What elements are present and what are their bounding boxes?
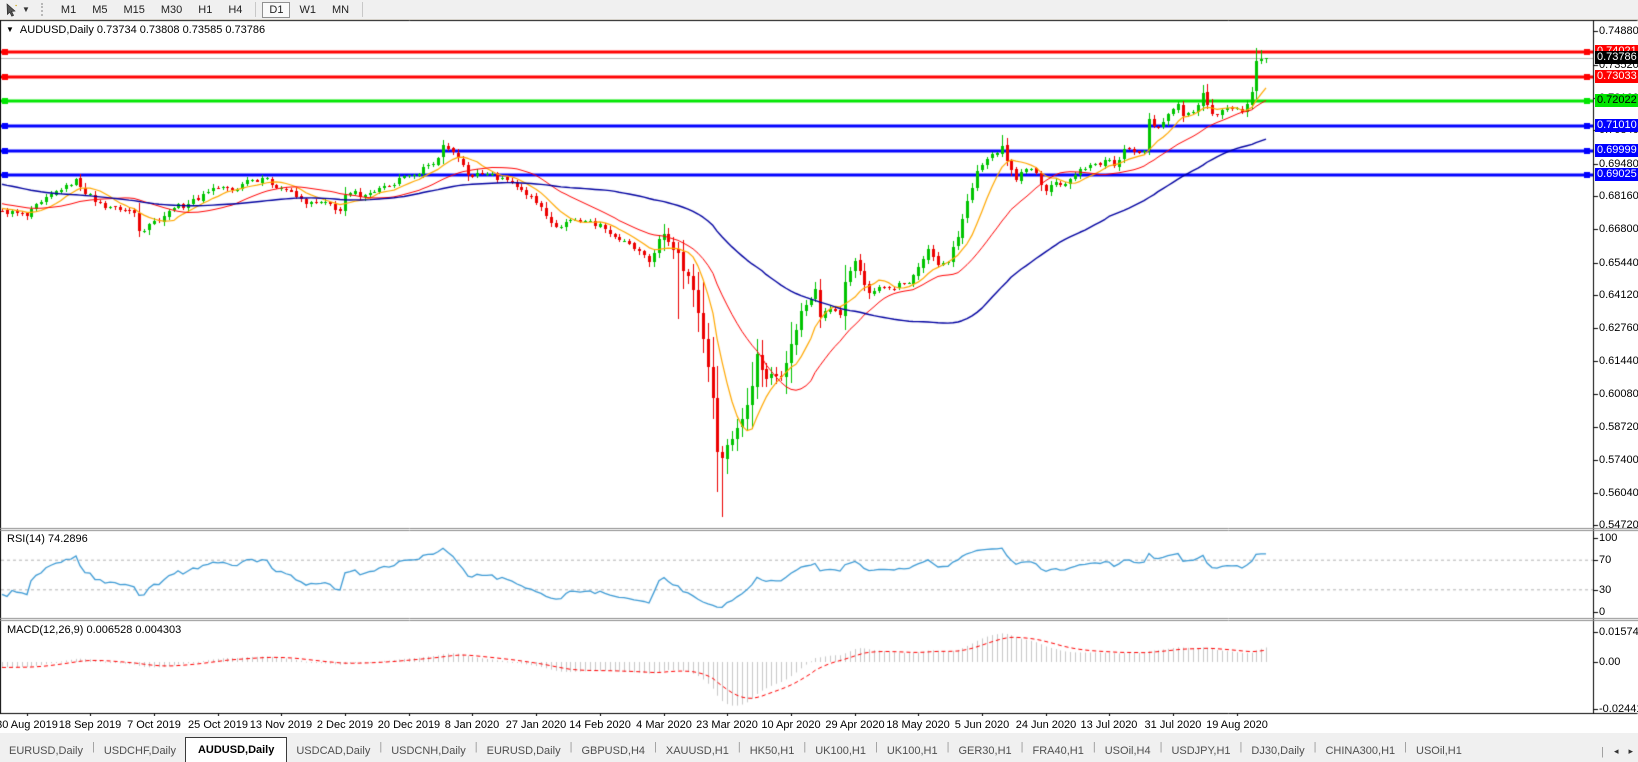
tab-eurusd-daily[interactable]: EURUSD,Daily: [0, 741, 92, 762]
tab-uk100-h1[interactable]: UK100,H1: [878, 741, 947, 762]
price-axis-tick: 0.68160: [1599, 190, 1638, 202]
rsi-axis-tick: 0: [1599, 606, 1605, 618]
tab-dj30-daily[interactable]: DJ30,Daily: [1242, 741, 1313, 762]
tab-scroll-left-icon[interactable]: ◂: [1609, 746, 1624, 757]
macd-axis-tick: 0.015741: [1599, 626, 1638, 638]
rsi-indicator-label: RSI(14) 74.2896: [7, 533, 88, 545]
tab-china300-h1[interactable]: CHINA300,H1: [1316, 741, 1404, 762]
price-axis-tick: 0.62760: [1599, 322, 1638, 334]
price-level-badge: 0.69025: [1595, 168, 1638, 181]
rsi-axis-tick: 100: [1599, 532, 1617, 544]
price-axis-tick: 0.54720: [1599, 519, 1638, 531]
current-price-badge: 0.73786: [1595, 51, 1638, 64]
chart-tabs-bar: EURUSD,Daily|USDCHF,DailyAUDUSD,DailyUSD…: [0, 733, 1638, 762]
chart-dropdown-icon[interactable]: ▼: [6, 25, 14, 34]
price-level-badge: 0.69999: [1595, 144, 1638, 157]
timeframe-button-M15[interactable]: M15: [116, 2, 151, 18]
timeframes-toolbar: ▼ M1M5M15M30H1H4 D1W1MN: [0, 0, 1638, 20]
price-level-badge: 0.71010: [1595, 119, 1638, 132]
price-axis-tick: 0.58720: [1599, 421, 1638, 433]
timeframe-button-D1[interactable]: D1: [262, 2, 290, 18]
chart-canvas[interactable]: [0, 0, 1638, 716]
crosshair-tool-button[interactable]: ▼: [2, 2, 33, 18]
chevron-down-icon: ▼: [22, 5, 30, 14]
toolbar-separator: [255, 2, 256, 17]
tab-audusd-daily[interactable]: AUDUSD,Daily: [185, 737, 287, 762]
timeframe-button-M5[interactable]: M5: [85, 2, 114, 18]
timeframe-button-H1[interactable]: H1: [191, 2, 219, 18]
tab-usdjpy-h1[interactable]: USDJPY,H1: [1162, 741, 1239, 762]
chart-title-text: AUDUSD,Daily 0.73734 0.73808 0.73585 0.7…: [20, 24, 265, 36]
cursor-icon: [5, 3, 19, 17]
tab-ger30-h1[interactable]: GER30,H1: [949, 741, 1020, 762]
chart-title: ▼ AUDUSD,Daily 0.73734 0.73808 0.73585 0.…: [6, 24, 265, 36]
timeframe-button-MN[interactable]: MN: [325, 2, 356, 18]
price-axis-tick: 0.66800: [1599, 223, 1638, 235]
tab-separator: |: [1596, 746, 1609, 758]
tab-usdchf-daily[interactable]: USDCHF,Daily: [95, 741, 185, 762]
tab-scroll-arrows: |◂▸: [1596, 741, 1638, 762]
price-axis-tick: 0.61440: [1599, 355, 1638, 367]
toolbar-separator: [362, 2, 363, 17]
timeframe-button-M1[interactable]: M1: [54, 2, 83, 18]
tab-usdcnh-daily[interactable]: USDCNH,Daily: [382, 741, 475, 762]
tab-hk50-h1[interactable]: HK50,H1: [741, 741, 804, 762]
tab-uk100-h1[interactable]: UK100,H1: [806, 741, 875, 762]
price-axis-tick: 0.64120: [1599, 289, 1638, 301]
price-axis-tick: 0.57400: [1599, 454, 1638, 466]
price-axis-tick: 0.60080: [1599, 388, 1638, 400]
tab-scroll-right-icon[interactable]: ▸: [1623, 746, 1638, 757]
tab-eurusd-daily[interactable]: EURUSD,Daily: [478, 741, 570, 762]
tab-fra40-h1[interactable]: FRA40,H1: [1024, 741, 1093, 762]
macd-axis-tick: 0.00: [1599, 656, 1620, 668]
price-level-badge: 0.73033: [1595, 70, 1638, 83]
macd-axis-tick: -0.024412: [1599, 703, 1638, 715]
tab-usoil-h4[interactable]: USOil,H4: [1096, 741, 1160, 762]
toolbar-grip[interactable]: [41, 3, 47, 16]
timeframe-button-W1[interactable]: W1: [292, 2, 323, 18]
tab-usoil-h1[interactable]: USOil,H1: [1407, 741, 1471, 762]
mt4-window: ▼ M1M5M15M30H1H4 D1W1MN ▼ AUDUSD,Daily 0.7…: [0, 0, 1638, 762]
price-level-badge: 0.72022: [1595, 94, 1638, 107]
rsi-axis-tick: 70: [1599, 554, 1611, 566]
rsi-axis-tick: 30: [1599, 584, 1611, 596]
time-axis-label: 19 Aug 2020: [1195, 719, 1279, 731]
timeframe-button-H4[interactable]: H4: [221, 2, 249, 18]
macd-indicator-label: MACD(12,26,9) 0.006528 0.004303: [7, 624, 181, 636]
price-axis-tick: 0.74880: [1599, 25, 1638, 37]
tab-xauusd-h1[interactable]: XAUUSD,H1: [657, 741, 738, 762]
timeframe-button-M30[interactable]: M30: [154, 2, 189, 18]
tab-usdcad-daily[interactable]: USDCAD,Daily: [287, 741, 379, 762]
tab-gbpusd-h4[interactable]: GBPUSD,H4: [572, 741, 654, 762]
timeframe-buttons: M1M5M15M30H1H4 D1W1MN: [53, 2, 368, 18]
price-axis-tick: 0.56040: [1599, 487, 1638, 499]
price-axis-tick: 0.65440: [1599, 257, 1638, 269]
